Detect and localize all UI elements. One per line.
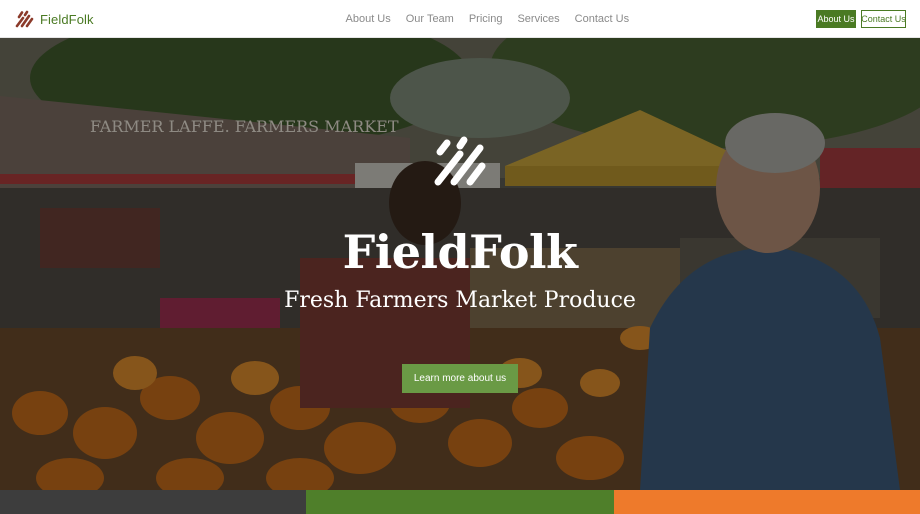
color-bands	[0, 490, 920, 514]
nav-item-about-us[interactable]: About Us	[346, 13, 391, 25]
nav-item-contact-us[interactable]: Contact Us	[575, 13, 629, 25]
brand[interactable]: FieldFolk	[14, 9, 94, 29]
hero-subtitle: Fresh Farmers Market Produce	[284, 288, 636, 313]
hero-title: FieldFolk	[342, 225, 578, 279]
nav-item-services[interactable]: Services	[517, 13, 559, 25]
green-band	[306, 490, 614, 514]
nav-item-our-team[interactable]: Our Team	[406, 13, 454, 25]
about-us-button[interactable]: About Us	[816, 10, 856, 28]
hero-section: FARMER LAFFE. FARMERS MARKET FieldFolk F…	[0, 38, 920, 490]
main-nav: About Us Our Team Pricing Services Conta…	[338, 0, 637, 38]
fieldfolk-slash-mark-icon	[15, 10, 34, 28]
contact-us-button[interactable]: Contact Us	[861, 10, 906, 28]
nav-item-pricing[interactable]: Pricing	[469, 13, 503, 25]
fieldfolk-slash-mark-icon	[434, 136, 486, 186]
brand-name: FieldFolk	[40, 11, 94, 27]
site-header: FieldFolk About Us Our Team Pricing Serv…	[0, 0, 920, 38]
learn-more-button[interactable]: Learn more about us	[402, 364, 518, 393]
orange-band	[614, 490, 920, 514]
gray-band	[0, 490, 306, 514]
